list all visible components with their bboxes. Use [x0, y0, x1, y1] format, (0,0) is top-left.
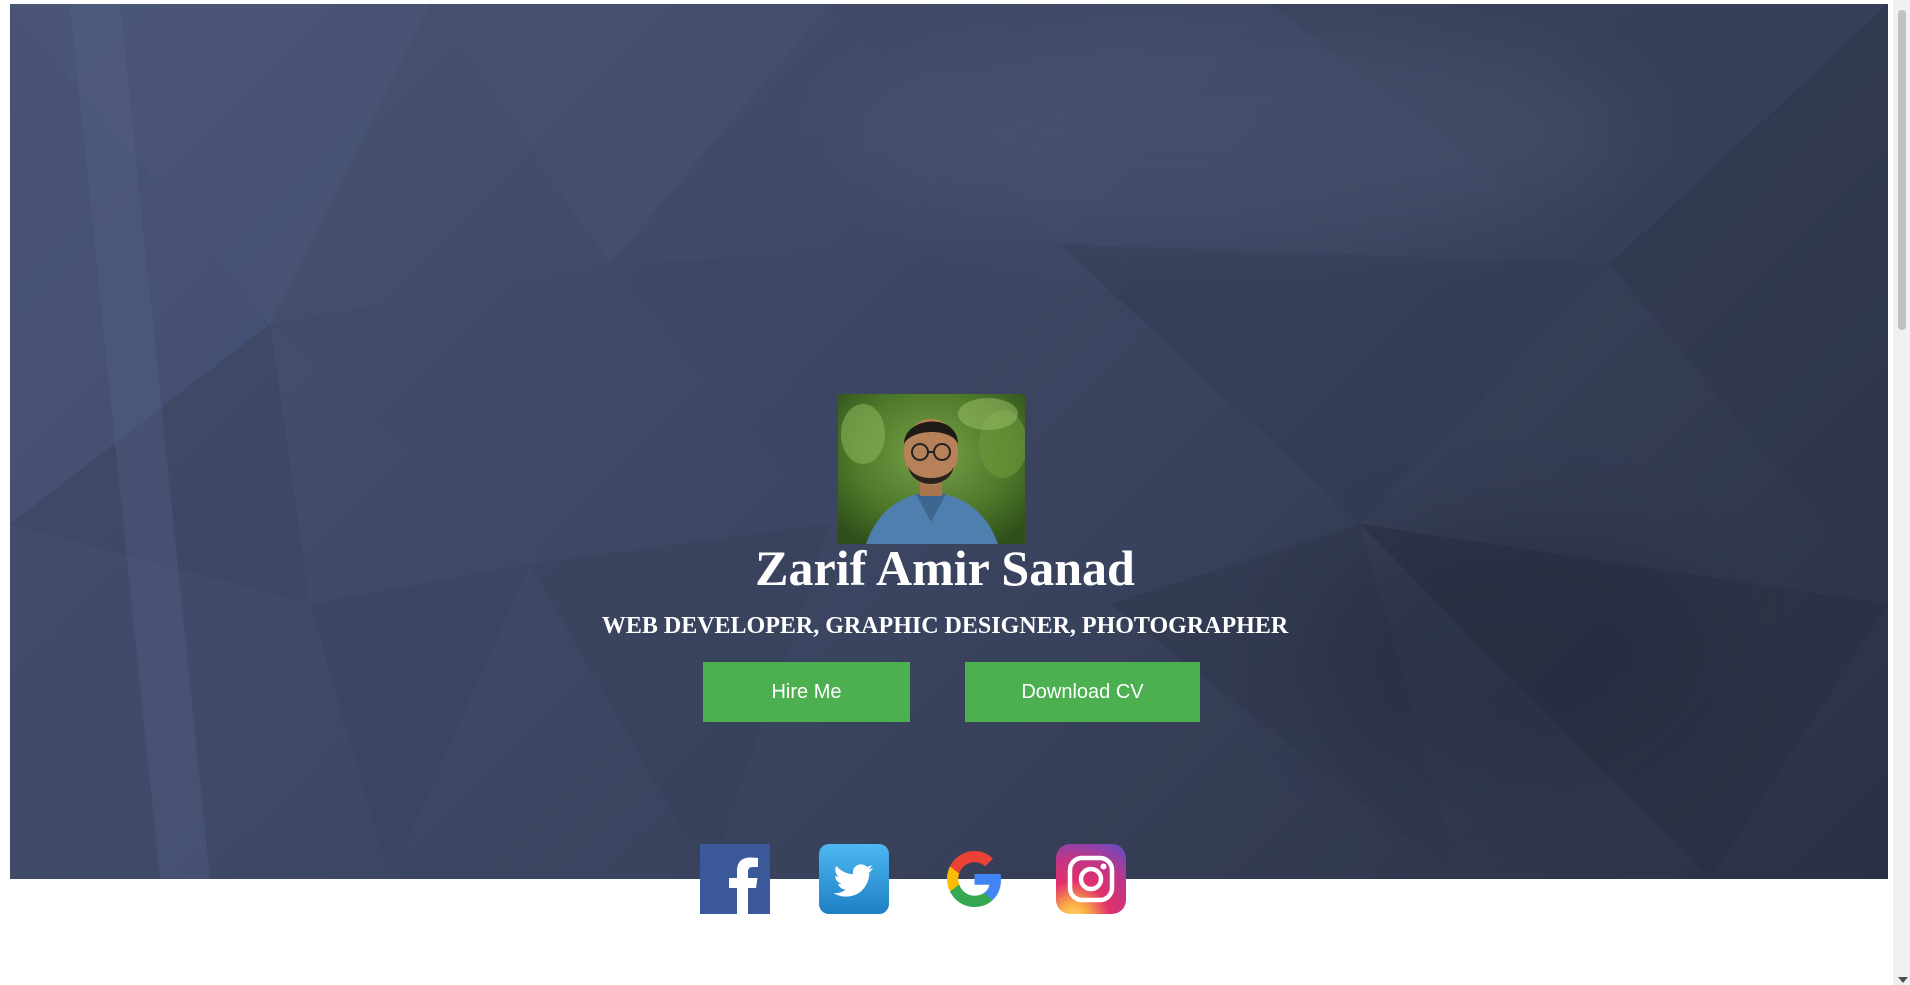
- scrollbar-thumb[interactable]: [1898, 10, 1906, 330]
- google-icon: [947, 851, 1001, 907]
- download-cv-button[interactable]: Download CV: [965, 662, 1200, 722]
- facebook-link[interactable]: [700, 844, 770, 914]
- hire-me-button[interactable]: Hire Me: [703, 662, 910, 722]
- profile-photo: [838, 394, 1025, 544]
- google-link[interactable]: [939, 844, 1009, 914]
- vertical-scrollbar[interactable]: [1893, 0, 1910, 985]
- tagline: WEB DEVELOPER, GRAPHIC DESIGNER, PHOTOGR…: [601, 613, 1289, 639]
- twitter-link[interactable]: [819, 844, 889, 914]
- background-blur: [830, 24, 1630, 244]
- scroll-down-arrow-icon[interactable]: [1898, 977, 1908, 983]
- instagram-link[interactable]: [1056, 844, 1126, 914]
- page: Zarif Amir Sanad WEB DEVELOPER, GRAPHIC …: [0, 0, 1910, 985]
- twitter-icon: [819, 844, 889, 914]
- facebook-icon: [700, 844, 770, 914]
- profile-photo-image: [838, 394, 1025, 544]
- page-title: Zarif Amir Sanad: [755, 540, 1135, 596]
- instagram-icon: [1056, 844, 1126, 914]
